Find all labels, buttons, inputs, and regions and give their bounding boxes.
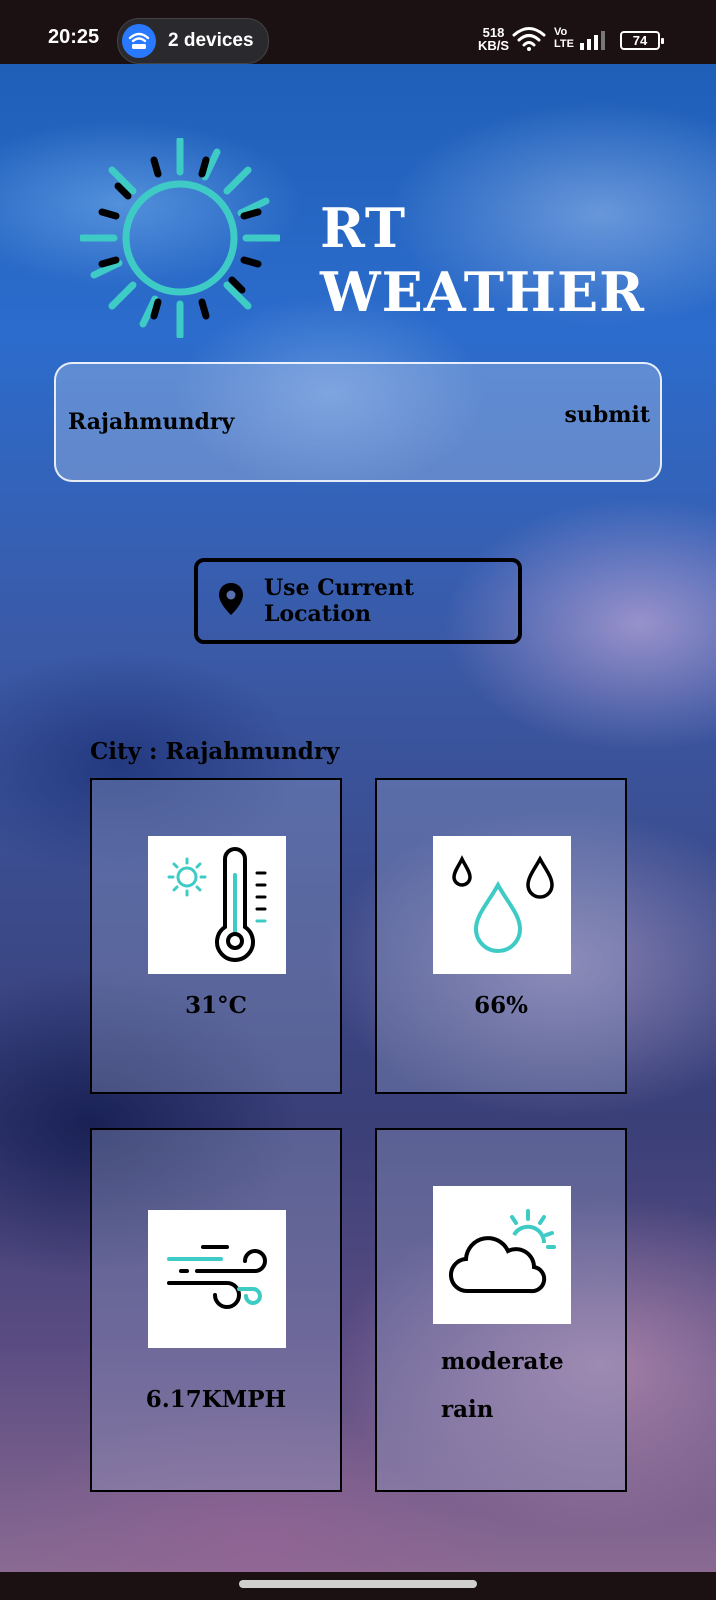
wifi-icon [512,26,546,57]
city-input[interactable] [66,404,450,440]
devices-count-label: 2 devices [168,30,254,51]
condition-description: moderate rain [441,1338,621,1434]
city-label: City : Rajahmundry [90,738,340,765]
network-speed-unit: KB/S [478,38,510,53]
temperature-card: 31°C [90,778,342,1094]
humidity-value: 66% [474,992,528,1019]
wind-card: 6.17KMPH [90,1128,342,1492]
search-box: submit [54,362,662,482]
volte-top: Vo [554,26,568,38]
volte-indicator: Vo LTE [554,26,574,50]
water-drops-icon [433,836,571,974]
volte-bottom: LTE [554,38,574,50]
submit-button[interactable]: submit [564,402,650,428]
map-pin-icon [218,582,244,620]
home-gesture-handle[interactable] [239,1580,477,1588]
use-current-location-button[interactable]: Use Current Location [194,558,522,644]
navigation-bar [0,1572,716,1600]
battery-indicator: 74 [620,31,664,50]
temperature-value: 31°C [185,992,247,1019]
thermometer-icon [148,836,286,974]
condition-card: moderate rain [375,1128,627,1492]
signal-icon [580,30,610,55]
status-bar: 20:25 2 devices 518 KB/S Vo LTE 74 [0,0,716,64]
cloud-sun-icon [433,1186,571,1324]
app-title: RT WEATHER [320,196,645,324]
wind-value: 6.17KMPH [145,1386,287,1413]
use-current-location-label: Use Current Location [264,575,415,627]
status-time: 20:25 [48,26,100,48]
humidity-card: 66% [375,778,627,1094]
sun-icon [78,136,282,342]
connected-devices-pill[interactable]: 2 devices [117,18,269,64]
hotspot-icon [122,24,156,58]
condition-line-2: rain [441,1396,494,1423]
wind-icon [148,1210,286,1348]
network-speed: 518 KB/S [478,26,509,52]
condition-line-1: moderate [441,1348,564,1375]
